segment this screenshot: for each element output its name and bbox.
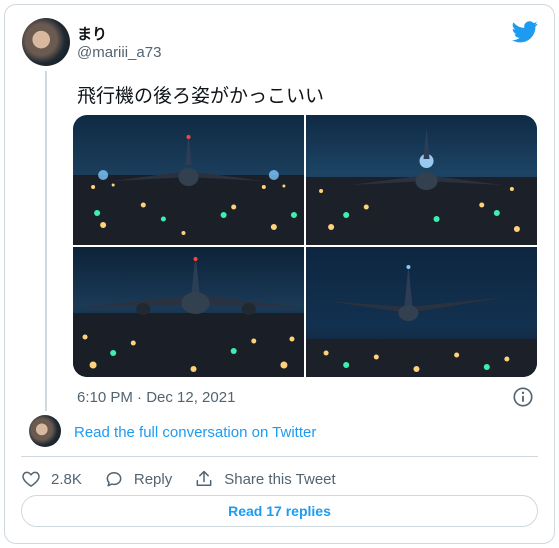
author-avatar[interactable] (22, 18, 70, 66)
info-icon[interactable] (512, 386, 534, 408)
author-handle[interactable]: @mariii_a73 (77, 44, 161, 61)
conversation-avatar[interactable] (29, 415, 61, 447)
twitter-logo-icon[interactable] (512, 21, 538, 43)
like-button[interactable]: 2.8K (21, 469, 82, 489)
like-count: 2.8K (51, 470, 82, 488)
tweet-timestamp[interactable]: 6:10 PM · Dec 12, 2021 (77, 389, 235, 406)
photo-3[interactable] (73, 247, 304, 377)
action-bar: 2.8K Reply Share this Tweet (21, 466, 358, 492)
tweet-text: 飛行機の後ろ姿がかっこいい (77, 86, 325, 107)
read-replies-button[interactable]: Read 17 replies (21, 495, 538, 527)
media-grid (73, 115, 537, 377)
share-button[interactable]: Share this Tweet (194, 469, 336, 489)
heart-icon (22, 471, 40, 487)
author-display-name[interactable]: まり (77, 23, 107, 44)
reply-icon (106, 472, 122, 487)
photo-2[interactable] (306, 115, 537, 245)
photo-4[interactable] (306, 247, 537, 377)
photo-1[interactable] (73, 115, 304, 245)
share-label: Share this Tweet (224, 470, 336, 488)
read-conversation-link[interactable]: Read the full conversation on Twitter (74, 424, 316, 441)
tweet-card: まり @mariii_a73 飛行機の後ろ姿がかっこいい 6:10 PM · D… (4, 4, 555, 544)
reply-button[interactable]: Reply (104, 469, 172, 489)
share-icon (196, 470, 212, 486)
divider (21, 456, 538, 457)
thread-line (45, 71, 47, 411)
reply-label: Reply (133, 470, 173, 488)
